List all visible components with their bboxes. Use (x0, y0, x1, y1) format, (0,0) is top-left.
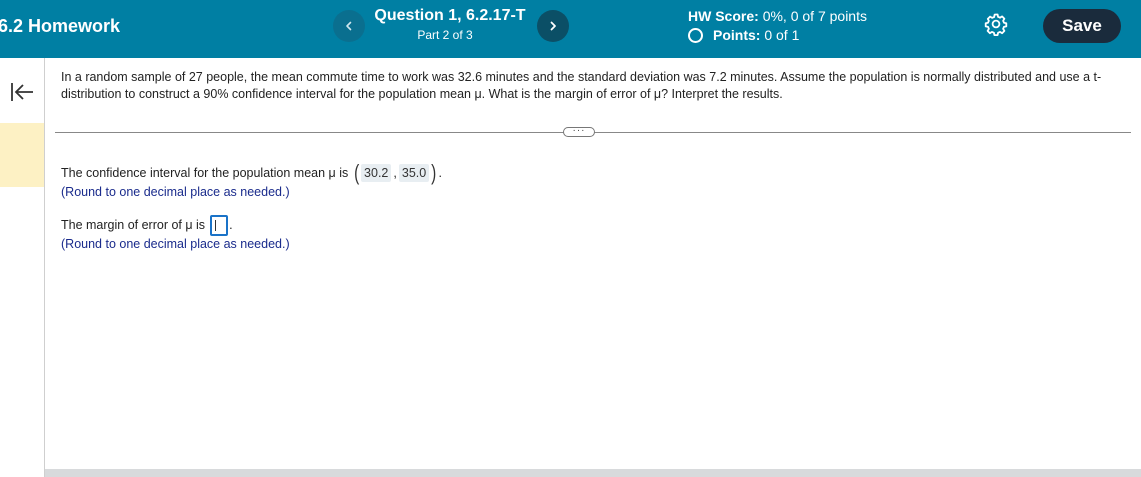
ci-suffix: . (438, 166, 443, 180)
save-button[interactable]: Save (1043, 9, 1121, 43)
homework-title: 6.2 Homework (0, 16, 121, 36)
ci-upper-answer: 35.0 (398, 164, 430, 182)
rail-current-part-highlight[interactable] (0, 123, 44, 187)
ci-lower-answer: 30.2 (361, 164, 392, 182)
text-caret (215, 219, 217, 231)
margin-of-error-input[interactable] (210, 214, 229, 236)
question-text: In a random sample of 27 people, the mea… (61, 70, 1102, 101)
close-paren: ) (431, 160, 437, 185)
hw-score-value: 0%, 0 of 7 points (762, 8, 867, 24)
footer-bar (45, 469, 1141, 477)
chevron-left-icon (346, 21, 352, 31)
question-part: Part 2 of 3 (417, 28, 473, 42)
moe-rounding-hint: (Round to one decimal place as needed.) (61, 237, 290, 251)
ci-rounding-hint: (Round to one decimal place as needed.) (61, 185, 290, 199)
question-title: Question 1, 6.2.17-T (374, 7, 526, 24)
points-status: Points: 0 of 1 (688, 26, 799, 43)
next-question-button[interactable] (537, 10, 569, 42)
left-rail (0, 58, 45, 477)
ci-separator: , (393, 166, 397, 180)
margin-of-error-row: The margin of error of μ is . (61, 213, 233, 237)
ci-prefix: The confidence interval for the populati… (61, 166, 349, 180)
top-header: 6.2 Homework Question 1, 6.2.17-T Part 2… (0, 0, 1141, 58)
hw-score-label: HW Score: (688, 8, 759, 24)
moe-prefix: The margin of error of μ is (61, 218, 206, 232)
points-label: Points: (713, 26, 761, 43)
gear-icon[interactable] (984, 12, 1008, 36)
hw-score: HW Score: 0%, 0 of 7 points (688, 8, 867, 24)
ellipsis-icon[interactable]: ··· (563, 126, 595, 137)
collapse-left-icon[interactable] (10, 82, 34, 102)
chevron-right-icon (550, 21, 556, 31)
circle-outline-icon (688, 28, 703, 43)
points-value: 0 of 1 (764, 26, 800, 43)
moe-suffix: . (229, 218, 233, 232)
previous-question-button[interactable] (333, 10, 365, 42)
confidence-interval-row: The confidence interval for the populati… (61, 161, 442, 185)
open-paren: ( (353, 160, 359, 185)
